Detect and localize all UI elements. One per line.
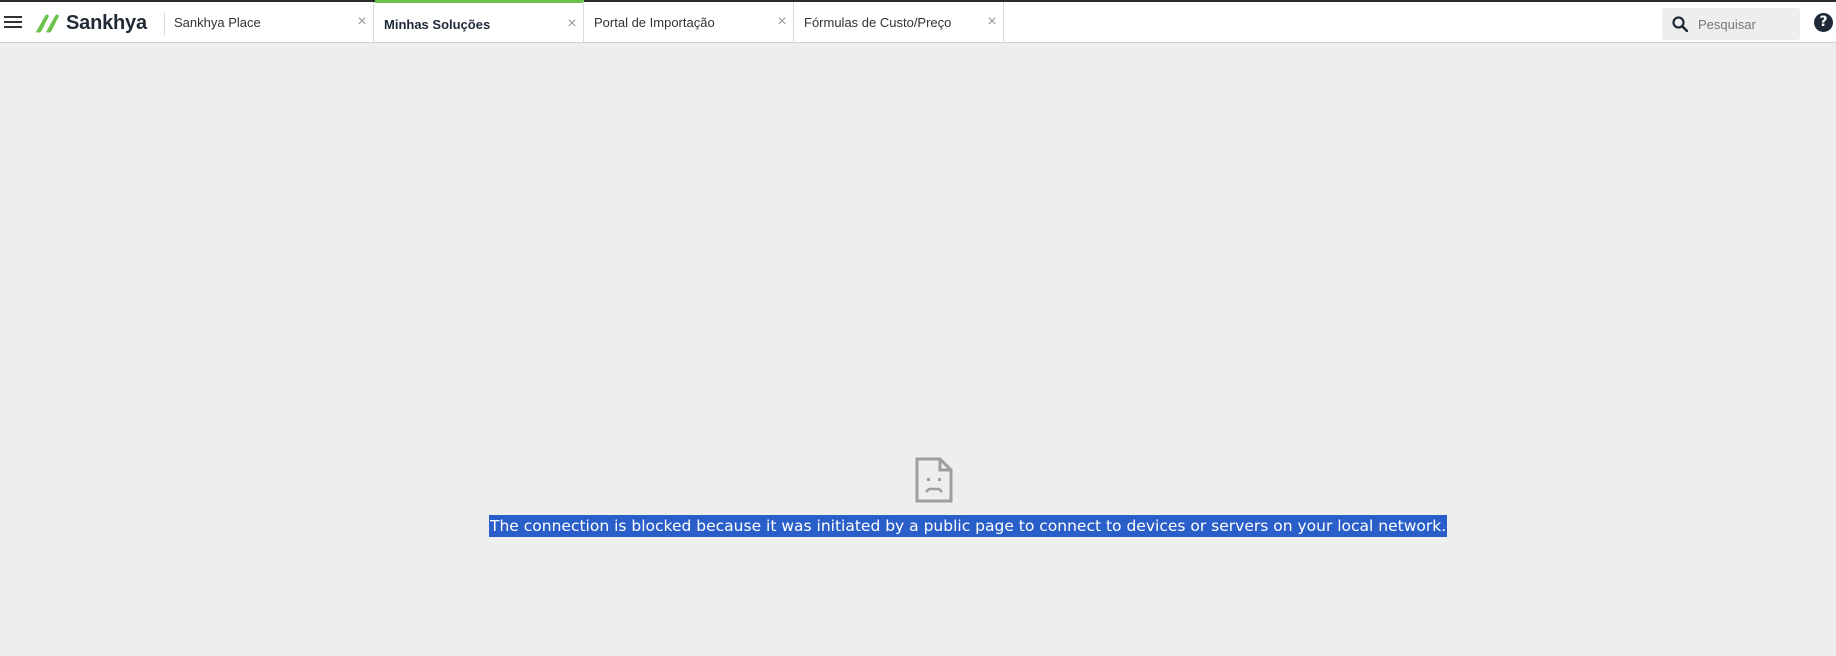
close-icon[interactable]: × xyxy=(355,13,369,31)
sad-document-icon xyxy=(915,457,953,503)
help-icon[interactable]: ? xyxy=(1814,13,1833,32)
tab-sankhya-place[interactable]: Sankhya Place × xyxy=(165,2,374,43)
close-icon[interactable]: × xyxy=(565,15,579,33)
close-icon[interactable]: × xyxy=(985,13,999,31)
top-navigation-bar: Sankhya Sankhya Place × Minhas Soluções … xyxy=(0,0,1836,43)
tab-portal-de-importacao[interactable]: Portal de Importação × xyxy=(585,2,794,43)
hamburger-menu-icon[interactable] xyxy=(4,14,22,30)
search-input[interactable] xyxy=(1698,14,1794,34)
search-box[interactable] xyxy=(1662,8,1800,40)
search-icon xyxy=(1672,16,1688,32)
tab-label: Portal de Importação xyxy=(594,15,715,30)
tab-label: Minhas Soluções xyxy=(384,17,491,32)
sankhya-logo-mark-icon xyxy=(36,14,59,33)
brand-name: Sankhya xyxy=(66,11,147,34)
tab-label: Fórmulas de Custo/Preço xyxy=(804,15,952,30)
sankhya-logo[interactable]: Sankhya xyxy=(34,9,147,37)
tab-formulas-de-custo-preco[interactable]: Fórmulas de Custo/Preço × xyxy=(795,2,1004,43)
close-icon[interactable]: × xyxy=(775,13,789,31)
error-message: The connection is blocked because it was… xyxy=(489,515,1448,537)
tab-label: Sankhya Place xyxy=(174,15,261,30)
tab-minhas-solucoes[interactable]: Minhas Soluções × xyxy=(375,0,584,43)
